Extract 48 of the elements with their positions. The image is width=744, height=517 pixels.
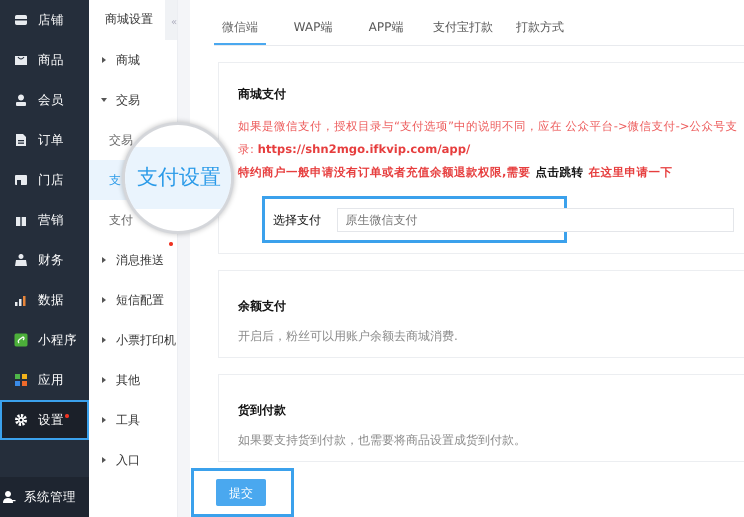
nav-item[interactable]: 数据 (0, 280, 89, 320)
nav-item[interactable]: 店铺 (0, 0, 89, 40)
sub-nav-item[interactable]: 小票打印机 (89, 320, 177, 360)
payment-select-field[interactable]: 原生微信支付 (336, 208, 734, 232)
notice-text: 特约商户一般申请没有订单或者充值余额退款权限,需要 点击跳转 在这里申请一下 (238, 164, 674, 181)
jump-link[interactable]: 点击跳转 (535, 165, 584, 179)
notice-text: 如果是微信支付，授权目录与“支付选项”中的说明不同，应在 公众平台->微信支付->公众号支 (238, 118, 738, 135)
nav-item[interactable]: 财务 (0, 240, 89, 280)
nav-item[interactable]: 营销 (0, 200, 89, 240)
tab[interactable]: 支付宝打款 (433, 18, 493, 45)
chart-icon (14, 293, 28, 307)
section-title: 商城支付 (238, 86, 287, 103)
store-icon (14, 13, 28, 27)
tab[interactable]: WAP端 (287, 18, 339, 45)
sub-nav-item[interactable]: 入口 (89, 440, 177, 480)
sub-nav-item[interactable]: 短信配置 (89, 280, 177, 320)
sub-nav-item[interactable]: 消息推送 (89, 240, 177, 280)
nav-item[interactable]: 应用 (0, 360, 89, 400)
tab[interactable]: 微信端 (214, 18, 266, 45)
sub-nav-link[interactable]: 支付 (109, 211, 133, 229)
document-icon (14, 133, 28, 147)
tab[interactable]: 打款方式 (514, 18, 566, 45)
nav-item[interactable]: 设置 (0, 400, 89, 440)
section-title: 余额支付 (238, 298, 287, 315)
section-title: 货到付款 (238, 402, 287, 419)
sub-nav-item[interactable]: 商城 (89, 40, 177, 80)
system-admin-item[interactable]: 系统管理 (0, 477, 89, 517)
sub-nav-item[interactable]: 交易 (89, 80, 177, 120)
nav-item[interactable]: 小程序 (0, 320, 89, 360)
bag-icon (14, 53, 28, 67)
section-description: 如果要支持货到付款，也需要将商品设置成货到付款。 (238, 432, 527, 449)
user-icon (2, 490, 16, 504)
nav-item[interactable]: 商品 (0, 40, 89, 80)
nav-item[interactable]: 订单 (0, 120, 89, 160)
apps-icon (14, 373, 28, 387)
nav-item[interactable]: 门店 (0, 160, 89, 200)
nav-item[interactable]: 会员 (0, 80, 89, 120)
magnified-label: 支付设置 (137, 164, 221, 192)
sub-nav-link[interactable]: 交易 (109, 131, 133, 149)
notice-text: 录: https://shn2mgo.ifkvip.com/app/ (238, 141, 472, 158)
shop-icon (14, 173, 28, 187)
field-label: 选择支付 (273, 212, 322, 228)
sub-nav-item[interactable]: 工具 (89, 400, 177, 440)
sub-nav-item[interactable]: 其他 (89, 360, 177, 400)
section-description: 开启后，粉丝可以用账户余额去商城消费. (238, 328, 459, 345)
settings-icon (14, 413, 28, 427)
tab[interactable]: APP端 (360, 18, 412, 45)
user-icon (14, 93, 28, 107)
